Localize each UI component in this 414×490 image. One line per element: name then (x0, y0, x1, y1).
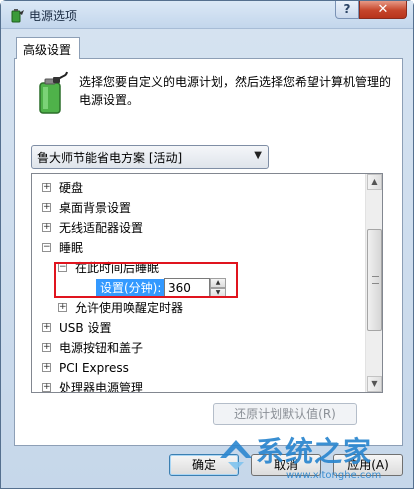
help-button[interactable]: ? (335, 1, 359, 19)
tree-item-sleep[interactable]: − 睡眠 (42, 238, 83, 258)
sleep-setting-label: 设置(分钟): (96, 279, 166, 297)
tree-item-label: 桌面背景设置 (59, 201, 132, 215)
sleep-minutes-input[interactable]: 360 (164, 278, 210, 298)
vertical-scrollbar[interactable]: ▲ ▼ (365, 174, 382, 392)
tree-item-label: 睡眠 (59, 241, 84, 255)
step-down-icon[interactable]: ▼ (210, 288, 226, 298)
expand-icon[interactable]: + (42, 203, 51, 212)
tab-advanced-settings[interactable]: 高级设置 (16, 37, 80, 59)
power-settings-tree[interactable]: + 硬盘 + 桌面背景设置 + 无线适配器设置 − 睡眠 − 在此时间后睡眠 设置(分钟)… (31, 173, 383, 393)
tree-item-label: 允许使用唤醒定时器 (75, 301, 184, 315)
tree-item-label: 硬盘 (59, 181, 84, 195)
window-title: 电源选项 (29, 9, 78, 23)
cancel-button[interactable]: 取消 (251, 454, 321, 476)
scrollbar-thumb[interactable] (367, 229, 382, 331)
grip-icon (372, 276, 379, 284)
tree-item-label: 在此时间后睡眠 (75, 261, 160, 275)
scroll-down-icon[interactable]: ▼ (367, 376, 382, 392)
apply-button[interactable]: 应用(A) (333, 454, 403, 476)
expand-icon[interactable]: + (42, 323, 51, 332)
expand-icon[interactable]: + (42, 183, 51, 192)
expand-icon[interactable]: + (42, 383, 51, 392)
tree-item-label: 处理器电源管理 (59, 381, 144, 393)
expand-icon[interactable]: + (42, 363, 51, 372)
expand-icon[interactable]: + (42, 343, 51, 352)
tree-item-desktop-background[interactable]: + 桌面背景设置 (42, 198, 131, 218)
power-options-icon (11, 9, 24, 23)
tree-item-label: 电源按钮和盖子 (59, 341, 144, 355)
description-text: 选择您要自定义的电源计划，然后选择您希望计算机管理的电源设置。 (79, 75, 392, 107)
tree-item-usb-settings[interactable]: + USB 设置 (42, 318, 111, 338)
expand-icon[interactable]: + (42, 223, 51, 232)
collapse-icon[interactable]: − (42, 243, 51, 252)
tree-item-pci-express[interactable]: + PCI Express (42, 358, 129, 378)
scroll-up-icon[interactable]: ▲ (367, 174, 382, 190)
close-button[interactable]: ✕ (359, 1, 407, 19)
tree-item-sleep-after[interactable]: − 在此时间后睡眠 (58, 258, 159, 278)
sleep-minutes-stepper[interactable]: ▲ ▼ (210, 278, 226, 298)
tree-item-processor-power[interactable]: + 处理器电源管理 (42, 378, 144, 393)
tree-item-power-buttons-lid[interactable]: + 电源按钮和盖子 (42, 338, 143, 358)
chevron-down-icon: ▼ (254, 150, 262, 161)
tree-item-wireless-adapter[interactable]: + 无线适配器设置 (42, 218, 143, 238)
tree-item-label: PCI Express (59, 361, 129, 375)
ok-button[interactable]: 确定 (169, 454, 239, 476)
tree-item-hard-disk[interactable]: + 硬盘 (42, 178, 83, 198)
tree-item-label: 无线适配器设置 (59, 221, 144, 235)
restore-defaults-button[interactable]: 还原计划默认值(R) (213, 403, 357, 425)
step-up-icon[interactable]: ▲ (210, 278, 226, 288)
collapse-icon[interactable]: − (58, 263, 67, 272)
power-plan-dropdown[interactable]: 鲁大师节能省电方案 [活动] ▼ (31, 145, 269, 169)
expand-icon[interactable]: + (58, 303, 67, 312)
power-options-window: 电源选项 ? ✕ 高级设置 选择您要自定义的电源计划，然后选择您希望计算机管理的… (0, 0, 414, 489)
title-bar[interactable]: 电源选项 ? ✕ (1, 1, 413, 29)
tree-item-label: USB 设置 (59, 321, 112, 335)
tree-item-wake-timers[interactable]: + 允许使用唤醒定时器 (58, 298, 183, 318)
battery-plug-icon (39, 71, 68, 114)
power-plan-selected-value: 鲁大师节能省电方案 [活动] (37, 151, 183, 165)
